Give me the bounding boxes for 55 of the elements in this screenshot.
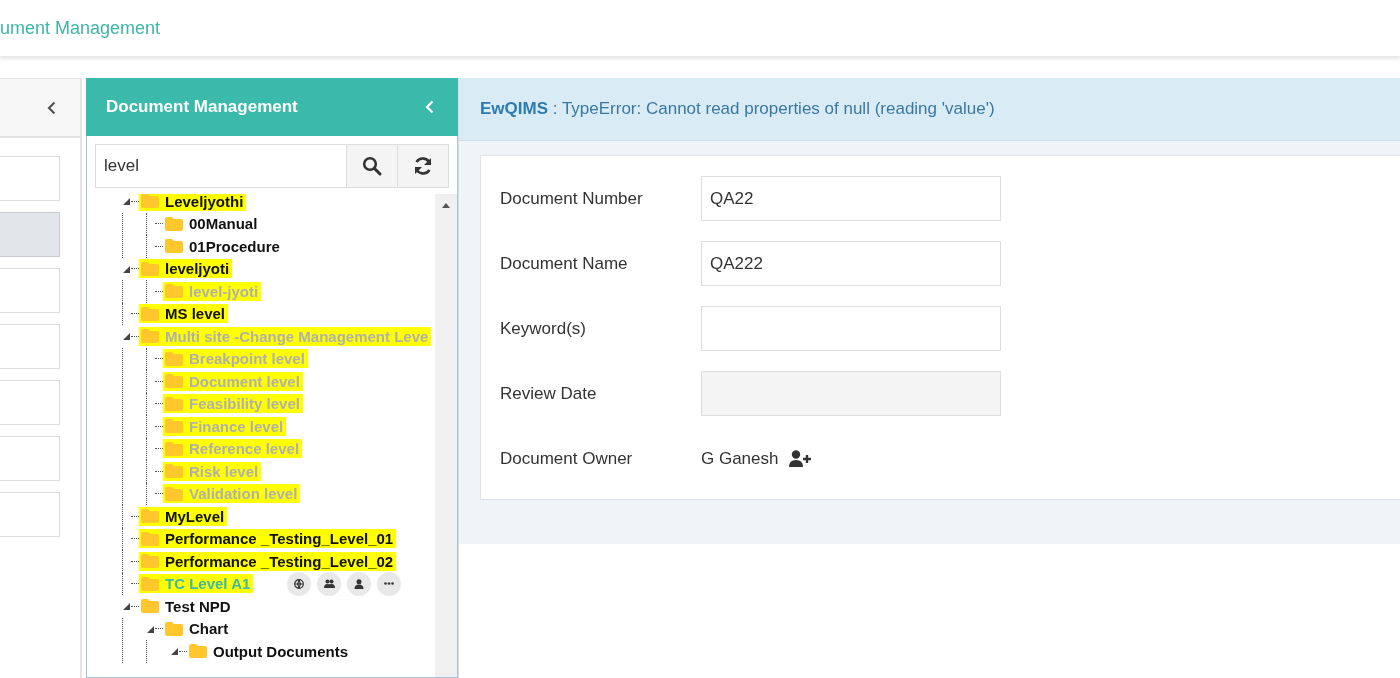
folder-icon (165, 216, 183, 231)
folder-icon (141, 576, 159, 591)
folder-icon (165, 441, 183, 456)
folder-icon (165, 239, 183, 254)
add-user-icon[interactable] (788, 450, 811, 467)
tree-item[interactable]: 01Procedure (189, 237, 280, 255)
input-field[interactable]: QA22 (701, 176, 1001, 221)
search-icon (362, 156, 382, 176)
folder-icon (141, 329, 159, 344)
expand-toggle-icon[interactable] (121, 196, 131, 207)
input-field[interactable]: QA222 (701, 241, 1001, 286)
scrollbar[interactable] (435, 194, 457, 677)
refresh-button[interactable] (398, 144, 449, 188)
folder-icon (165, 486, 183, 501)
expand-toggle-icon[interactable] (121, 601, 131, 612)
folder-icon (141, 509, 159, 524)
panel-title: Document Management (106, 97, 298, 117)
scroll-up-icon[interactable] (441, 202, 451, 208)
field-label: Document Name (500, 253, 629, 274)
tree-item[interactable]: Output Documents (213, 642, 348, 660)
field-label: Review Date (500, 383, 598, 404)
refresh-icon (412, 155, 434, 177)
folder-icon (165, 419, 183, 434)
expand-toggle-icon[interactable] (169, 646, 179, 657)
field-label: Document Owner (500, 448, 634, 469)
collapse-icon[interactable] (47, 100, 56, 115)
input-field[interactable] (701, 371, 1001, 416)
folder-icon (141, 194, 159, 209)
tree-item[interactable]: 00Manual (189, 215, 258, 233)
folder-icon (189, 644, 207, 659)
more-icon[interactable] (377, 571, 402, 596)
folder-icon (141, 261, 159, 276)
folder-icon (141, 306, 159, 321)
input-field[interactable] (701, 306, 1001, 351)
field-label: Keyword(s) (500, 318, 587, 339)
owner-name: G Ganesh (701, 448, 779, 469)
tree-item[interactable]: Test NPD (165, 597, 231, 615)
folder-icon (165, 284, 183, 299)
search-field[interactable]: level (95, 144, 347, 188)
globe-icon[interactable] (287, 571, 312, 596)
folder-icon (165, 396, 183, 411)
users-icon[interactable] (317, 571, 342, 596)
user-icon[interactable] (347, 571, 372, 596)
folder-icon (165, 464, 183, 479)
folder-icon (141, 599, 159, 614)
error-message: EwQIMS : TypeError: Cannot read properties of null (reading 'value') (459, 78, 1400, 141)
folder-icon (141, 531, 159, 546)
folder-icon (165, 351, 183, 366)
tree-item[interactable]: Chart (189, 620, 229, 638)
folder-icon (141, 554, 159, 569)
search-button[interactable] (347, 144, 398, 188)
page-title: ument Management (0, 17, 161, 39)
field-label: Document Number (500, 188, 644, 209)
folder-icon (165, 374, 183, 389)
folder-icon (165, 621, 183, 636)
